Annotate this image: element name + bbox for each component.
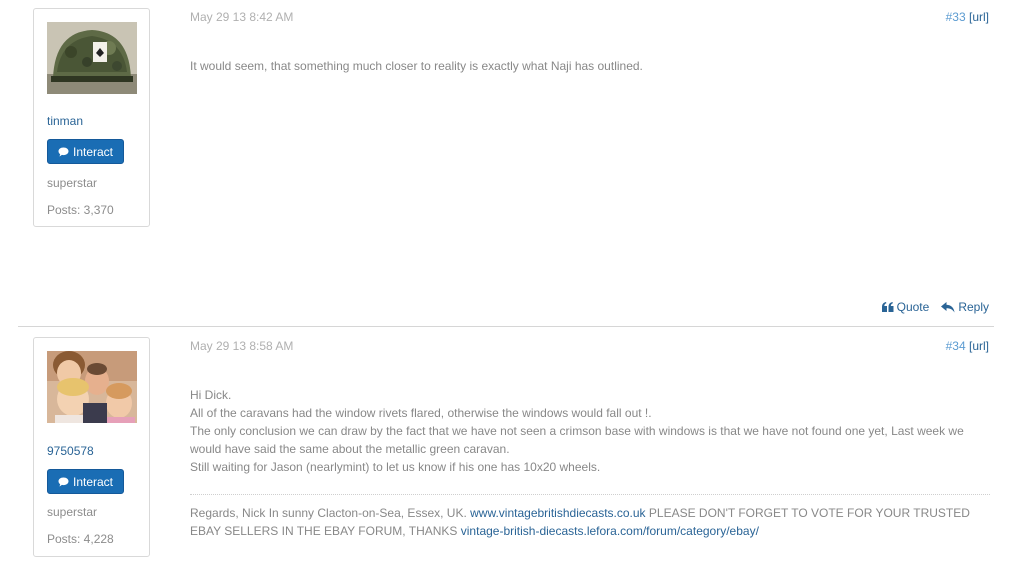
post-date: May 29 13 8:58 AM bbox=[190, 339, 294, 353]
interact-button-label: Interact bbox=[72, 474, 114, 489]
forum-post: tinman Interact superstar Posts: 3,370 M… bbox=[0, 0, 1011, 326]
reply-button[interactable]: Reply bbox=[941, 300, 989, 314]
author-username[interactable]: tinman bbox=[47, 114, 83, 128]
avatar[interactable] bbox=[47, 351, 137, 423]
post-url-link[interactable]: [url] bbox=[969, 339, 989, 353]
post-number-link[interactable]: #34 bbox=[946, 339, 966, 353]
post-url-link[interactable]: [url] bbox=[969, 10, 989, 24]
post-actions: Quote Reply bbox=[881, 300, 989, 314]
post-body-line: Hi Dick. bbox=[190, 388, 232, 402]
interact-button[interactable]: Interact bbox=[47, 469, 124, 494]
post-number: #34 [url] bbox=[946, 339, 989, 353]
quote-button[interactable]: Quote bbox=[881, 300, 930, 314]
post-body-line: The only conclusion we can draw by the f… bbox=[190, 424, 964, 456]
post-date: May 29 13 8:42 AM bbox=[190, 10, 294, 24]
post-body-line: Still waiting for Jason (nearlymint) to … bbox=[190, 460, 601, 474]
post-signature: Regards, Nick In sunny Clacton-on-Sea, E… bbox=[190, 504, 980, 540]
avatar[interactable] bbox=[47, 22, 137, 94]
post-body-line: It would seem, that something much close… bbox=[190, 59, 643, 73]
author-post-count: Posts: 3,370 bbox=[47, 203, 114, 217]
helmet-avatar-image bbox=[47, 22, 137, 94]
interact-button-label: Interact bbox=[72, 144, 114, 159]
post-body: It would seem, that something much close… bbox=[190, 57, 980, 75]
reply-label: Reply bbox=[958, 300, 989, 314]
interact-button[interactable]: Interact bbox=[47, 139, 124, 164]
author-rank: superstar bbox=[47, 176, 98, 190]
forum-post: 9750578 Interact superstar Posts: 4,228 … bbox=[0, 327, 1011, 573]
author-profile-card: tinman Interact superstar Posts: 3,370 bbox=[33, 8, 150, 227]
post-number-link[interactable]: #33 bbox=[946, 10, 966, 24]
author-username[interactable]: 9750578 bbox=[47, 444, 94, 458]
author-profile-card: 9750578 Interact superstar Posts: 4,228 bbox=[33, 337, 150, 557]
signature-separator bbox=[190, 494, 990, 495]
signature-link-forum[interactable]: vintage-british-diecasts.lefora.com/foru… bbox=[461, 524, 759, 538]
family-photo-avatar-image bbox=[47, 351, 137, 423]
chat-icon bbox=[58, 477, 69, 486]
post-number: #33 [url] bbox=[946, 10, 989, 24]
chat-icon bbox=[58, 147, 69, 156]
quote-label: Quote bbox=[896, 300, 930, 314]
reply-arrow-icon bbox=[941, 301, 955, 312]
post-body-line: All of the caravans had the window rivet… bbox=[190, 406, 652, 420]
signature-link-website[interactable]: www.vintagebritishdiecasts.co.uk bbox=[470, 506, 645, 520]
author-rank: superstar bbox=[47, 505, 98, 519]
author-post-count: Posts: 4,228 bbox=[47, 532, 114, 546]
quote-icon bbox=[881, 302, 894, 312]
post-body: Hi Dick. All of the caravans had the win… bbox=[190, 386, 980, 476]
signature-text: Regards, Nick In sunny Clacton-on-Sea, E… bbox=[190, 506, 467, 520]
